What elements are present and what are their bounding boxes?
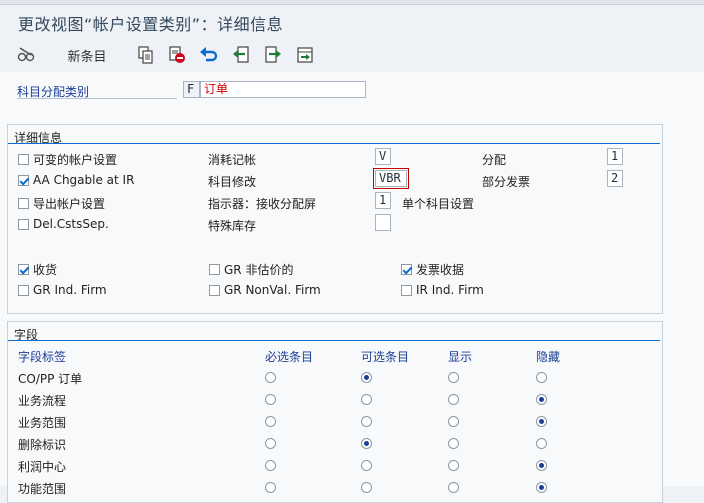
checkbox-box[interactable]: [18, 218, 29, 230]
field-row-label: 利润中心: [18, 460, 67, 474]
radio-display[interactable]: [448, 438, 459, 449]
checkbox-box[interactable]: [209, 264, 220, 275]
radio-hidden[interactable]: [536, 394, 547, 405]
column-header-field-label: 字段标签: [18, 350, 67, 364]
column-header-required: 必选条目: [265, 350, 314, 364]
acct-assignment-category-code: F: [183, 81, 200, 98]
previous-entry-icon[interactable]: [230, 44, 252, 66]
glasses-edit-icon[interactable]: [14, 44, 38, 66]
column-header-optional: 可选条目: [361, 350, 410, 364]
special-stock-field[interactable]: [375, 214, 391, 231]
checkbox-label: 导出帐户设置: [33, 197, 106, 211]
radio-optional[interactable]: [361, 372, 372, 383]
application-toolbar: 新条目: [0, 40, 704, 72]
radio-hidden[interactable]: [536, 438, 547, 449]
single-acct-assignment-text: 单个科目设置: [402, 197, 475, 211]
radio-optional[interactable]: [361, 438, 372, 449]
distribution-label: 分配: [482, 153, 507, 167]
radio-required[interactable]: [265, 372, 276, 383]
column-header-display: 显示: [448, 350, 473, 364]
checkbox-box[interactable]: [209, 284, 220, 296]
checkbox-label: GR 非估价的: [224, 263, 294, 277]
acct-assignment-screen-indicator-field[interactable]: 1: [375, 192, 391, 209]
checkbox-label: 发票收据: [416, 263, 465, 277]
radio-hidden[interactable]: [536, 416, 547, 427]
gr-nonval-firm-checkbox[interactable]: GR NonVal. Firm: [209, 283, 321, 297]
consumption-posting-label: 消耗记帐: [208, 153, 257, 167]
checkbox-box[interactable]: [18, 284, 29, 296]
next-entry-icon[interactable]: [262, 44, 284, 66]
special-stock-label: 特殊库存: [208, 219, 257, 233]
aa-chgable-at-ir-checkbox[interactable]: AA Chgable at IR: [18, 173, 134, 187]
copy-icon[interactable]: [135, 44, 157, 66]
details-group-divider: [8, 143, 660, 144]
radio-hidden[interactable]: [536, 372, 547, 383]
checkbox-label: AA Chgable at IR: [33, 173, 135, 187]
radio-required[interactable]: [265, 416, 276, 427]
checkbox-box[interactable]: [18, 154, 29, 165]
checkbox-label: GR Ind. Firm: [33, 283, 107, 297]
radio-required[interactable]: [265, 438, 276, 449]
radio-required[interactable]: [265, 482, 276, 493]
new-entries-button[interactable]: 新条目: [64, 44, 110, 66]
content-area: 科目分配类别 F 订单 详细信息 可变的帐户设置 消耗记帐 V 分配 1 AA …: [0, 72, 704, 503]
column-header-hidden: 隐藏: [536, 350, 561, 364]
ir-ind-firm-checkbox[interactable]: IR Ind. Firm: [401, 283, 484, 297]
checkbox-label: 收货: [33, 263, 58, 277]
acct-modification-label: 科目修改: [208, 175, 257, 189]
checkbox-label: IR Ind. Firm: [416, 283, 484, 297]
radio-optional[interactable]: [361, 460, 372, 471]
radio-display[interactable]: [448, 416, 459, 427]
consumption-posting-field[interactable]: V: [375, 148, 391, 165]
label-underline: [17, 98, 177, 99]
radio-hidden[interactable]: [536, 482, 547, 493]
focus-frame: [373, 168, 409, 189]
goods-receipt-checkbox[interactable]: 收货: [18, 261, 57, 278]
select-all-icon[interactable]: [294, 44, 316, 66]
field-row-label: 删除标识: [18, 438, 67, 452]
acct-assignment-category-text: 订单: [200, 81, 366, 98]
fields-group: 字段 字段标签 必选条目 可选条目 显示 隐藏 CO/PP 订单 业务流程 业务范围…: [7, 321, 663, 503]
partial-invoice-field[interactable]: 2: [607, 170, 623, 187]
window-top-strip: [0, 0, 704, 5]
field-row-label: 业务范围: [18, 416, 67, 430]
radio-required[interactable]: [265, 394, 276, 405]
delete-icon[interactable]: [166, 44, 188, 66]
distribution-field[interactable]: 1: [607, 148, 623, 165]
derive-acct-assignment-checkbox[interactable]: 导出帐户设置: [18, 195, 105, 212]
radio-hidden[interactable]: [536, 460, 547, 471]
radio-optional[interactable]: [361, 416, 372, 427]
radio-optional[interactable]: [361, 394, 372, 405]
gr-non-valuated-checkbox[interactable]: GR 非估价的: [209, 261, 293, 278]
field-row-label: CO/PP 订单: [18, 372, 83, 386]
details-group: 详细信息 可变的帐户设置 消耗记帐 V 分配 1 AA Chgable at I…: [7, 124, 663, 314]
del-csts-sep-checkbox[interactable]: Del.CstsSep.: [18, 217, 109, 231]
field-row-label: 业务流程: [18, 394, 67, 408]
variable-acct-assignment-checkbox[interactable]: 可变的帐户设置: [18, 151, 117, 168]
checkbox-label: Del.CstsSep.: [33, 217, 109, 231]
radio-optional[interactable]: [361, 482, 372, 493]
radio-display[interactable]: [448, 482, 459, 493]
acct-assignment-screen-indicator-label: 指示器：接收分配屏: [208, 197, 317, 211]
checkbox-box[interactable]: [18, 264, 29, 275]
radio-required[interactable]: [265, 460, 276, 471]
radio-display[interactable]: [448, 394, 459, 405]
checkbox-box[interactable]: [401, 284, 412, 296]
checkbox-label: GR NonVal. Firm: [224, 283, 321, 297]
checkbox-box[interactable]: [401, 264, 412, 275]
fields-group-divider: [8, 340, 660, 341]
checkbox-box[interactable]: [18, 174, 29, 186]
radio-display[interactable]: [448, 460, 459, 471]
gr-ind-firm-checkbox[interactable]: GR Ind. Firm: [18, 283, 107, 297]
invoice-receipt-checkbox[interactable]: 发票收据: [401, 261, 464, 278]
undo-icon[interactable]: [197, 44, 221, 66]
checkbox-label: 可变的帐户设置: [33, 153, 118, 167]
partial-invoice-label: 部分发票: [482, 175, 531, 189]
radio-display[interactable]: [448, 372, 459, 383]
window-title: 更改视图“帐户设置类别”：详细信息: [18, 15, 284, 34]
field-row-label: 功能范围: [18, 482, 67, 496]
checkbox-box[interactable]: [18, 198, 29, 209]
